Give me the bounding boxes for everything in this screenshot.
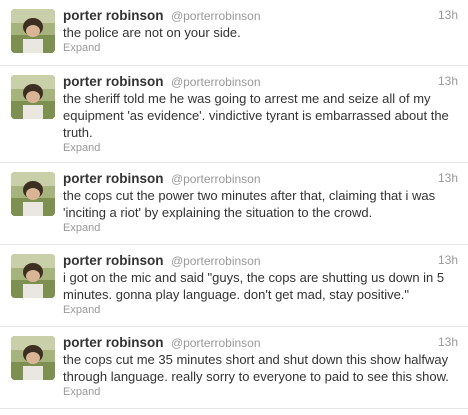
avatar[interactable]: [11, 336, 55, 380]
user-fullname[interactable]: porter robinson: [63, 171, 164, 186]
tweet-header: porter robinson @porterrobinson 13h: [63, 170, 458, 187]
tweet-timestamp[interactable]: 13h: [438, 7, 458, 24]
avatar-image: [11, 75, 55, 119]
avatar-image: [11, 336, 55, 380]
tweet-timestamp[interactable]: 13h: [438, 334, 458, 351]
tweet-content: porter robinson @porterrobinson 13h the …: [63, 73, 458, 155]
tweet-text: the cops cut the power two minutes after…: [63, 188, 436, 220]
tweet-timeline: porter robinson @porterrobinson 13h the …: [0, 0, 468, 415]
tweet-item[interactable]: porter robinson @porterrobinson 13h the …: [0, 327, 468, 409]
avatar[interactable]: [11, 9, 55, 53]
tweet-header: porter robinson @porterrobinson 13h: [63, 252, 458, 269]
avatar[interactable]: [11, 172, 55, 216]
avatar-image: [11, 254, 55, 298]
tweet-item[interactable]: porter robinson @porterrobinson 13h the …: [0, 163, 468, 245]
tweet-content: porter robinson @porterrobinson 13h the …: [63, 7, 458, 55]
tweet-item[interactable]: porter robinson @porterrobinson 13h the …: [0, 0, 468, 66]
user-handle[interactable]: @porterrobinson: [171, 172, 261, 186]
user-fullname[interactable]: porter robinson: [63, 74, 164, 89]
expand-link[interactable]: Expand: [63, 385, 458, 399]
user-fullname[interactable]: porter robinson: [63, 8, 164, 23]
tweet-text: the police are not on your side.: [63, 25, 241, 40]
tweet-text: i got on the mic and said "guys, the cop…: [63, 270, 445, 302]
tweet-content: porter robinson @porterrobinson 13h i go…: [63, 252, 458, 317]
avatar[interactable]: [11, 254, 55, 298]
tweet-item[interactable]: porter robinson @porterrobinson 13h the …: [0, 66, 468, 163]
tweet-content: porter robinson @porterrobinson 13h the …: [63, 334, 458, 399]
avatar[interactable]: [11, 75, 55, 119]
user-fullname[interactable]: porter robinson: [63, 335, 164, 350]
user-handle[interactable]: @porterrobinson: [171, 254, 261, 268]
avatar-image: [11, 9, 55, 53]
expand-link[interactable]: Expand: [63, 41, 458, 55]
tweet-header: porter robinson @porterrobinson 13h: [63, 7, 458, 24]
tweet-item[interactable]: porter robinson @porterrobinson 13h i go…: [0, 245, 468, 327]
user-handle[interactable]: @porterrobinson: [171, 336, 261, 350]
user-handle[interactable]: @porterrobinson: [171, 75, 261, 89]
avatar-image: [11, 172, 55, 216]
user-fullname[interactable]: porter robinson: [63, 253, 164, 268]
tweet-timestamp[interactable]: 13h: [438, 170, 458, 187]
expand-link[interactable]: Expand: [63, 221, 458, 235]
tweet-timestamp[interactable]: 13h: [438, 252, 458, 269]
tweet-text: the cops cut me 35 minutes short and shu…: [63, 352, 449, 384]
expand-link[interactable]: Expand: [63, 303, 458, 317]
tweet-text: the sheriff told me he was going to arre…: [63, 91, 449, 140]
tweet-header: porter robinson @porterrobinson 13h: [63, 73, 458, 90]
tweet-content: porter robinson @porterrobinson 13h the …: [63, 170, 458, 235]
expand-link[interactable]: Expand: [63, 141, 458, 155]
tweet-header: porter robinson @porterrobinson 13h: [63, 334, 458, 351]
tweet-timestamp[interactable]: 13h: [438, 73, 458, 90]
user-handle[interactable]: @porterrobinson: [171, 9, 261, 23]
